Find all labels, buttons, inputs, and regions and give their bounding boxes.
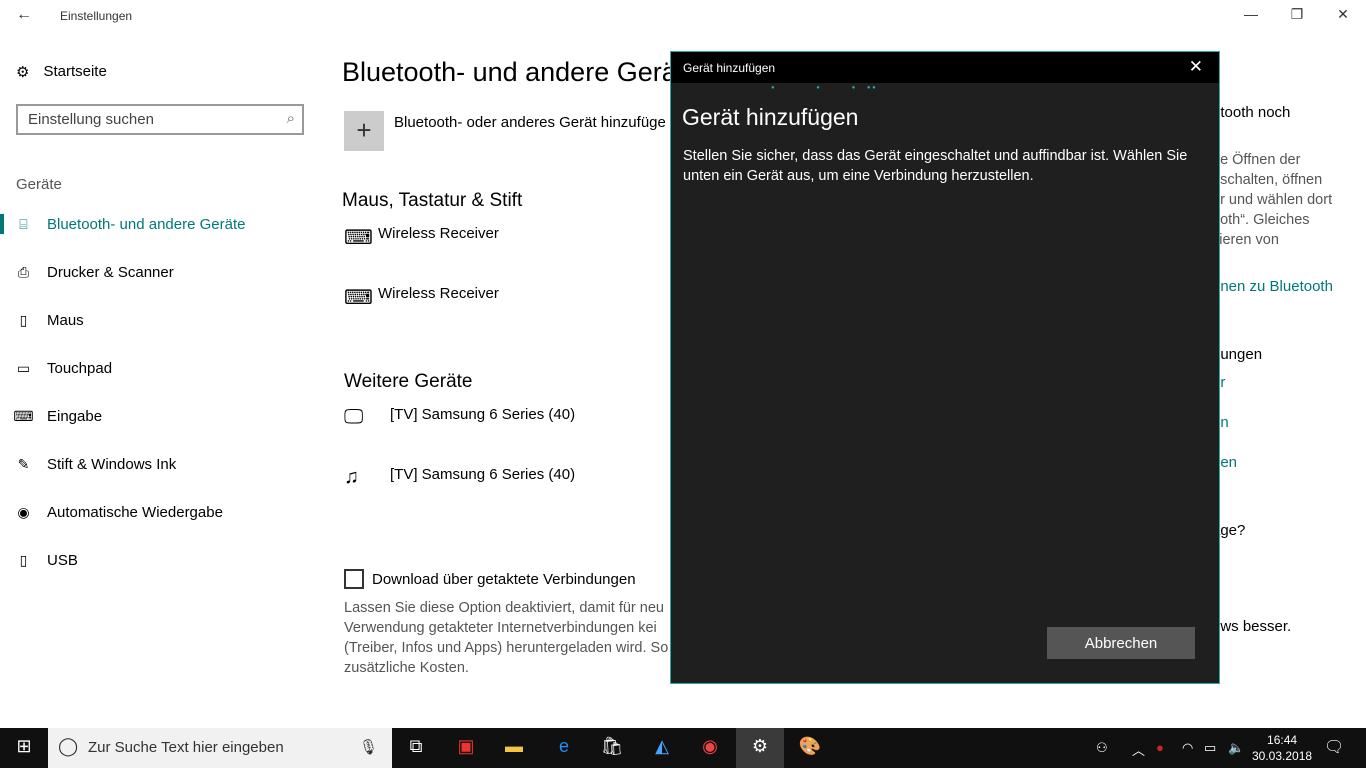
- related-text: etooth noch: [1212, 104, 1291, 121]
- close-icon[interactable]: ✕: [1189, 57, 1203, 77]
- taskbar-search-input[interactable]: ◯ Zur Suche Text hier eingeben 🎙: [48, 728, 392, 768]
- metered-download-checkbox[interactable]: [344, 569, 364, 589]
- sidebar-item[interactable]: ⌸ Bluetooth- und andere Geräte: [0, 204, 320, 244]
- pen-icon: ✎: [17, 455, 30, 472]
- volume-icon[interactable]: 🔈: [1228, 740, 1244, 756]
- device-item[interactable]: 🖵 [TV] Samsung 6 Series (40): [344, 406, 575, 429]
- chevron-up-icon[interactable]: ︿: [1132, 740, 1145, 759]
- task-view-icon[interactable]: ⧉: [392, 736, 440, 757]
- close-button[interactable]: ✕: [1328, 6, 1358, 23]
- sidebar-item[interactable]: ▭ Touchpad: [0, 348, 320, 388]
- store-icon[interactable]: 🛍: [588, 736, 636, 757]
- add-device-label[interactable]: Bluetooth- oder anderes Gerät hinzufüge: [394, 114, 666, 131]
- usb-icon: ▯: [19, 551, 28, 568]
- bluetooth-devices-icon: ⌸: [19, 215, 28, 232]
- minimize-button[interactable]: —: [1236, 6, 1266, 22]
- tray-app-icon[interactable]: ●: [1156, 740, 1164, 755]
- metered-download-label: Download über getaktete Verbindungen: [372, 571, 636, 588]
- action-center-icon[interactable]: 🗨: [1324, 737, 1344, 757]
- touchpad-icon: ▭: [16, 359, 31, 376]
- add-device-dialog: Gerät hinzufügen ✕ ● ● ● ● ● Gerät hinzu…: [670, 51, 1220, 684]
- add-device-button[interactable]: +: [344, 111, 384, 151]
- sidebar-item[interactable]: ▯ Maus: [0, 300, 320, 340]
- chrome-icon[interactable]: ◉: [686, 736, 734, 757]
- bluetooth-options-link[interactable]: onen zu Bluetooth: [1212, 278, 1333, 295]
- keyboard-icon: ⌨: [13, 407, 34, 424]
- dialog-window-title: Gerät hinzufügen: [683, 61, 776, 75]
- back-arrow-icon[interactable]: ←: [16, 6, 32, 24]
- microphone-icon[interactable]: 🎙: [359, 738, 378, 756]
- page-title: Bluetooth- und andere Gerä: [342, 57, 677, 87]
- sidebar-item[interactable]: ⌨ Eingabe: [0, 396, 320, 436]
- people-icon[interactable]: ⚇: [1096, 740, 1108, 756]
- mouse-icon: ▯: [19, 311, 28, 328]
- sidebar-section-label: Geräte: [16, 176, 62, 193]
- wifi-icon[interactable]: ◠: [1182, 740, 1193, 756]
- clock[interactable]: 16:44 30.03.2018: [1252, 732, 1312, 764]
- device-item[interactable]: ⌨ Wireless Receiver: [344, 225, 499, 250]
- window-title: Einstellungen: [60, 9, 133, 23]
- progress-dots: ● ● ● ● ●: [771, 85, 876, 91]
- keyboard-icon: ⌨: [344, 287, 373, 309]
- dialog-title-bar: Gerät hinzufügen ✕: [671, 52, 1219, 83]
- settings-gear-icon[interactable]: ⚙: [736, 728, 784, 768]
- start-windows-icon[interactable]: ⊞: [0, 736, 48, 757]
- edge-browser-icon[interactable]: e: [540, 736, 588, 757]
- autoplay-icon: ◉: [17, 503, 30, 520]
- sidebar-item[interactable]: ✎ Stift & Windows Ink: [0, 444, 320, 484]
- tv-icon: 🖵: [344, 406, 364, 428]
- device-item[interactable]: ⌨ Wireless Receiver: [344, 285, 499, 310]
- taskbar: ⊞ ◯ Zur Suche Text hier eingeben 🎙 ⧉ ▣ ▬…: [0, 728, 1366, 768]
- related-description: ne Öffnen der uschalten, öffnen er und wäh…: [1212, 152, 1333, 248]
- dialog-instructions: Stellen Sie sicher, dass das Gerät einge…: [683, 148, 1188, 184]
- paint-icon[interactable]: 🎨: [786, 736, 834, 757]
- metered-download-description: Lassen Sie diese Option deaktiviert, dam…: [344, 600, 669, 676]
- dialog-heading: Gerät hinzufügen: [682, 104, 859, 130]
- maximize-button[interactable]: ❐: [1282, 6, 1312, 23]
- sidebar-item[interactable]: ▯ USB: [0, 540, 320, 580]
- title-bar: ← Einstellungen — ❐ ✕: [0, 0, 1366, 32]
- media-device-icon: ♫: [344, 466, 359, 488]
- gear-icon: ⚙: [16, 64, 30, 81]
- app-icon[interactable]: ◭: [638, 736, 686, 757]
- section-heading-other-devices: Weitere Geräte: [344, 371, 473, 392]
- keyboard-icon: ⌨: [344, 227, 373, 249]
- settings-search-input[interactable]: Einstellung suchen ⌕: [16, 104, 304, 135]
- cortana-circle-icon: ◯: [58, 736, 79, 756]
- feedback-text: ows besser.: [1212, 618, 1292, 635]
- search-icon: ⌕: [286, 110, 295, 127]
- sidebar-home[interactable]: ⚙ Startseite: [16, 63, 107, 81]
- sidebar-item[interactable]: ⎙ Drucker & Scanner: [0, 252, 320, 292]
- battery-icon[interactable]: ▭: [1204, 740, 1216, 756]
- device-item[interactable]: ♫ [TV] Samsung 6 Series (40): [344, 466, 575, 489]
- news-app-icon[interactable]: ▣: [442, 736, 490, 757]
- cancel-button[interactable]: Abbrechen: [1047, 627, 1195, 659]
- sidebar-item[interactable]: ◉ Automatische Wiedergabe: [0, 492, 320, 532]
- file-explorer-icon[interactable]: ▬: [490, 736, 538, 757]
- printer-icon: ⎙: [17, 263, 30, 280]
- section-heading-mouse-keyboard: Maus, Tastatur & Stift: [342, 190, 523, 211]
